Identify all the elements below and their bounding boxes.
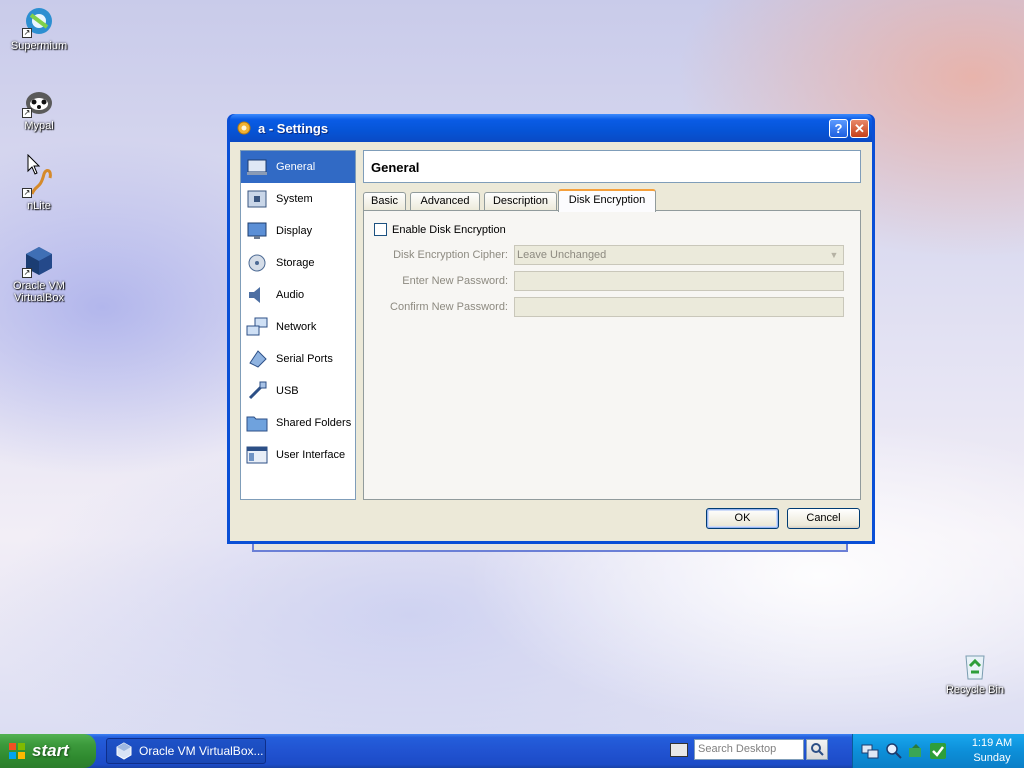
search-tray-icon[interactable] (885, 742, 903, 760)
mouse-cursor-icon (27, 153, 41, 179)
sidebar-item-label: Display (276, 225, 313, 237)
desktop-icon-virtualbox[interactable]: ↗ Oracle VM VirtualBox (0, 244, 78, 304)
storage-icon (245, 252, 269, 274)
settings-gear-icon (236, 120, 252, 136)
enable-disk-encryption-label: Enable Disk Encryption (392, 223, 506, 236)
cancel-button[interactable]: Cancel (787, 508, 860, 529)
search-icon[interactable] (806, 739, 828, 760)
usb-icon (245, 380, 269, 402)
keyboard-icon[interactable] (670, 743, 688, 757)
settings-category-list: General System Display Storage Audio Net… (240, 150, 356, 500)
title-bar[interactable]: a - Settings ? ✕ (230, 114, 872, 142)
taskbar-item-label: Oracle VM VirtualBox... (139, 744, 264, 758)
sidebar-item-storage[interactable]: Storage (241, 247, 355, 279)
section-title: General (363, 150, 861, 183)
system-icon (245, 188, 269, 210)
sidebar-item-general[interactable]: General (241, 151, 355, 183)
ok-button[interactable]: OK (706, 508, 779, 529)
start-label: start (32, 741, 69, 760)
sidebar-item-usb[interactable]: USB (241, 375, 355, 407)
taskbar: start Oracle VM VirtualBox... Search Des… (0, 734, 1024, 768)
tab-advanced[interactable]: Advanced (410, 192, 480, 211)
desktop-icon-recycle-bin[interactable]: Recycle Bin (936, 648, 1014, 696)
enable-disk-encryption-checkbox[interactable] (374, 223, 387, 236)
user-interface-icon (245, 444, 269, 466)
desktop-icon-label: Recycle Bin (945, 684, 1005, 696)
shared-folders-icon (245, 412, 269, 434)
enable-disk-encryption-row[interactable]: Enable Disk Encryption (374, 223, 506, 236)
desktop-icon-supermium[interactable]: ↗ Supermium (0, 4, 78, 52)
desktop-icon-label: Mypal (24, 120, 54, 132)
new-password-label: Enter New Password: (402, 275, 508, 287)
dialog-title: a - Settings (258, 121, 329, 136)
sidebar-item-label: General (276, 161, 316, 173)
sidebar-item-label: Serial Ports (276, 353, 333, 365)
cipher-label: Disk Encryption Cipher: (393, 249, 508, 261)
desktop-icon-label: nLite (27, 200, 51, 212)
system-tray: 1:19 AM Sunday (852, 734, 1024, 768)
cipher-select-value: Leave Unchanged (517, 249, 607, 261)
recycle-bin-icon (958, 648, 992, 682)
display-icon (245, 220, 269, 242)
taskbar-item-virtualbox[interactable]: Oracle VM VirtualBox... (106, 738, 266, 764)
safely-remove-tray-icon[interactable] (907, 742, 925, 760)
search-desktop-input[interactable]: Search Desktop (694, 739, 804, 760)
settings-dialog: a - Settings ? ✕ General System Display … (227, 114, 875, 544)
sidebar-item-system[interactable]: System (241, 183, 355, 215)
desktop-icon-label: Oracle VM VirtualBox (13, 280, 65, 304)
sidebar-item-user-interface[interactable]: User Interface (241, 439, 355, 471)
disk-encryption-page: Enable Disk Encryption Disk Encryption C… (363, 210, 861, 500)
cipher-row: Disk Encryption Cipher: Leave Unchanged … (374, 245, 844, 265)
new-password-row: Enter New Password: (374, 271, 844, 291)
sidebar-item-audio[interactable]: Audio (241, 279, 355, 311)
dialog-client-area: General System Display Storage Audio Net… (230, 142, 872, 541)
clock[interactable]: 1:19 AM Sunday (963, 736, 1021, 766)
confirm-password-row: Confirm New Password: (374, 297, 844, 317)
audio-icon (245, 284, 269, 306)
tab-description[interactable]: Description (484, 192, 557, 211)
sidebar-item-label: Network (276, 321, 317, 333)
desktop-icon-mypal[interactable]: ↗ Mypal (0, 84, 78, 132)
network-icon (245, 316, 269, 338)
sidebar-item-label: Audio (276, 289, 305, 301)
cipher-select[interactable]: Leave Unchanged ▼ (514, 245, 844, 265)
tab-disk-encryption[interactable]: Disk Encryption (558, 189, 656, 212)
start-button[interactable]: start (0, 734, 96, 768)
clock-day: Sunday (973, 752, 1011, 764)
clock-time: 1:19 AM (971, 737, 1013, 749)
sidebar-item-network[interactable]: Network (241, 311, 355, 343)
virtualbox-icon (115, 742, 133, 760)
chevron-down-icon: ▼ (829, 250, 839, 260)
new-password-field[interactable] (514, 271, 844, 291)
sidebar-item-label: Storage (276, 257, 315, 269)
security-check-tray-icon[interactable] (929, 742, 947, 760)
sidebar-item-display[interactable]: Display (241, 215, 355, 247)
confirm-password-label: Confirm New Password: (390, 301, 508, 313)
general-icon (245, 156, 269, 178)
sidebar-item-label: User Interface (276, 449, 346, 461)
close-button[interactable]: ✕ (850, 119, 869, 138)
supermium-icon: ↗ (22, 4, 56, 38)
tab-basic[interactable]: Basic (363, 192, 406, 211)
sidebar-item-serial-ports[interactable]: Serial Ports (241, 343, 355, 375)
help-button[interactable]: ? (829, 119, 848, 138)
serial-ports-icon (245, 348, 269, 370)
confirm-password-field[interactable] (514, 297, 844, 317)
network-tray-icon[interactable] (861, 742, 879, 760)
sidebar-item-label: Shared Folders (276, 417, 352, 429)
windows-flag-icon (8, 742, 26, 760)
virtualbox-icon: ↗ (22, 244, 56, 278)
desktop-icon-label: Supermium (10, 40, 68, 52)
sidebar-item-label: System (276, 193, 313, 205)
mypal-icon: ↗ (22, 84, 56, 118)
sidebar-item-label: USB (276, 385, 299, 397)
sidebar-item-shared-folders[interactable]: Shared Folders (241, 407, 355, 439)
